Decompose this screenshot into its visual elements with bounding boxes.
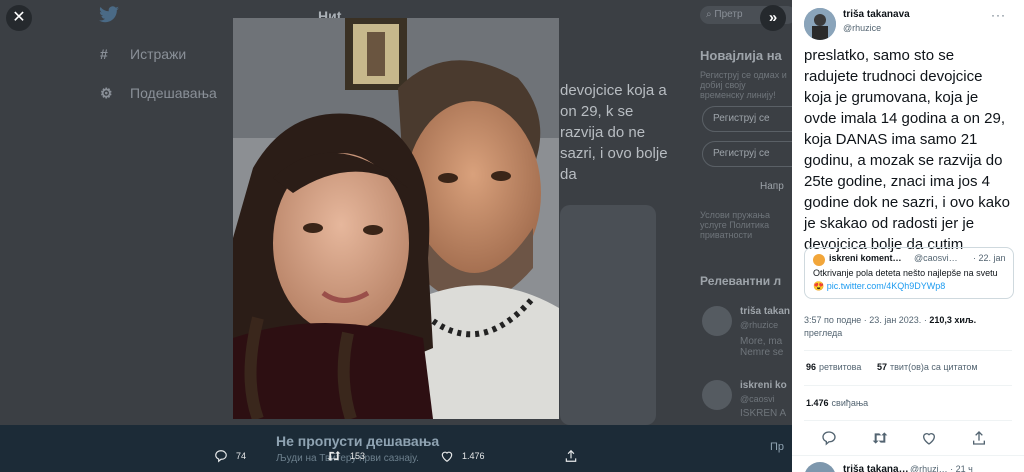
reply-author-handle: @rhuzi… · 21 ч	[910, 464, 973, 472]
likes-count: 1.476	[806, 398, 829, 408]
expand-panel-button[interactable]: »	[760, 5, 786, 31]
more-options-icon[interactable]: ···	[991, 8, 1006, 22]
relevant-title: Релевантни л	[700, 274, 782, 288]
reply-date: · 21 ч	[950, 464, 973, 472]
retweets-label: ретвитова	[819, 362, 862, 372]
divider	[804, 420, 1012, 421]
media-card	[560, 205, 656, 425]
retweet-icon[interactable]	[871, 430, 888, 446]
likes-stat[interactable]: 1.476 свиђања	[806, 398, 868, 408]
rel-user-bio: More, ma Nemre se	[740, 336, 784, 358]
quotes-stat[interactable]: 57 твит(ов)а са цитатом	[877, 362, 978, 372]
gear-icon: ⚙	[100, 85, 113, 101]
reply-count: 74	[236, 451, 247, 461]
create-account-link[interactable]: Напр	[760, 181, 784, 192]
tweet-fragment: devojcice koja a on 29, k se razvija do …	[560, 82, 668, 183]
views-count: 210,3 хиљ.	[929, 315, 977, 325]
avatar	[702, 380, 732, 410]
rel-user-name: iskreni ko	[740, 380, 787, 391]
divider	[804, 350, 1012, 351]
quoted-tweet[interactable]: iskreni koment… @caosvi… · 22. jan Otkri…	[804, 247, 1014, 299]
close-icon: ✕	[12, 9, 26, 26]
heart-icon[interactable]	[921, 430, 937, 446]
rel-user-bio: ISKREN A	[740, 408, 787, 419]
retweets-count: 96	[806, 362, 817, 372]
author-handle[interactable]: @rhuzice	[843, 23, 881, 33]
nav-label: Подешавања	[130, 85, 217, 101]
likes-label: свиђања	[831, 398, 869, 408]
reply-icon	[215, 450, 227, 463]
share-action[interactable]	[564, 449, 586, 463]
nav-item-explore[interactable]: # Истражи	[100, 46, 186, 62]
close-button[interactable]: ✕	[6, 5, 32, 31]
retweet-icon	[327, 451, 341, 461]
quote-author-name: iskreni koment…	[829, 253, 902, 263]
terms-text: Услови пружања услуге Политика приватнос…	[700, 210, 771, 240]
new-user-text: Региструј се одмах и добиј своју временс…	[700, 70, 787, 100]
heart-icon	[441, 451, 453, 462]
tweet-meta: 3:57 по подне · 23. јан 2023. · 210,3 хи…	[804, 314, 1014, 340]
avatar	[813, 254, 825, 266]
like-count: 1.476	[462, 451, 485, 461]
nav-item-settings[interactable]: ⚙ Подешавања	[100, 85, 217, 102]
retweet-count: 153	[350, 451, 366, 461]
quote-text: Otkrivanje pola deteta nešto najlepše na…	[813, 267, 1009, 293]
views-label: прегледа	[804, 328, 843, 338]
new-user-title: Новајлија на	[700, 48, 782, 63]
share-icon[interactable]	[971, 430, 987, 446]
rel-user-handle: @caosvi	[740, 394, 775, 404]
share-icon	[565, 449, 577, 462]
right-sidebar: ⌕ Претр Новајлија на Региструј се одмах …	[698, 0, 792, 472]
quote-media-link[interactable]: pic.twitter.com/4KQh9DYWp8	[827, 281, 946, 291]
twitter-logo-icon	[98, 6, 120, 24]
tweet-text: preslatko, samo sto se radujete trudnoci…	[804, 47, 1010, 253]
signup-google-button[interactable]: Региструј се	[702, 106, 792, 132]
author-name[interactable]: triša takanava	[843, 9, 910, 20]
retweet-action[interactable]: 153	[326, 449, 365, 463]
rel-user-name: triša takan	[740, 306, 791, 317]
tweet-detail-panel: triša takanava @rhuzice ··· preslatko, s…	[792, 0, 1024, 472]
quotes-label: твит(ов)а са цитатом	[890, 362, 978, 372]
reply-action[interactable]: 74	[214, 449, 246, 463]
tweet-photo[interactable]	[233, 18, 559, 419]
signup-apple-button[interactable]: Региструј се	[702, 141, 792, 167]
reply-tweet[interactable]: triša takana… @rhuzi… · 21 ч	[792, 455, 1024, 472]
media-action-bar: 74 153 1.476	[0, 445, 792, 472]
avatar	[804, 462, 836, 472]
retweets-stat[interactable]: 96 ретвитова	[806, 362, 861, 372]
chevron-double-right-icon: »	[768, 9, 778, 26]
quotes-count: 57	[877, 362, 888, 372]
hashtag-icon: #	[100, 46, 108, 62]
divider	[804, 385, 1012, 386]
rel-user-handle: @rhuzice	[740, 320, 779, 330]
quote-author-handle: @caosvi…	[914, 253, 958, 263]
quote-date: · 22. jan	[973, 253, 1006, 263]
reply-icon[interactable]	[821, 430, 837, 446]
tweet-timestamp[interactable]: 3:57 по подне · 23. јан 2023. ·	[804, 315, 927, 325]
avatar	[702, 306, 732, 336]
like-action[interactable]: 1.476	[440, 449, 485, 463]
reply-author-name: triša takana…	[843, 464, 909, 472]
nav-label: Истражи	[130, 46, 187, 62]
avatar[interactable]	[804, 8, 836, 40]
signup-label: Региструј се	[713, 148, 770, 159]
reply-handle: @rhuzi…	[910, 464, 948, 472]
search-placeholder: Претр	[714, 9, 743, 20]
